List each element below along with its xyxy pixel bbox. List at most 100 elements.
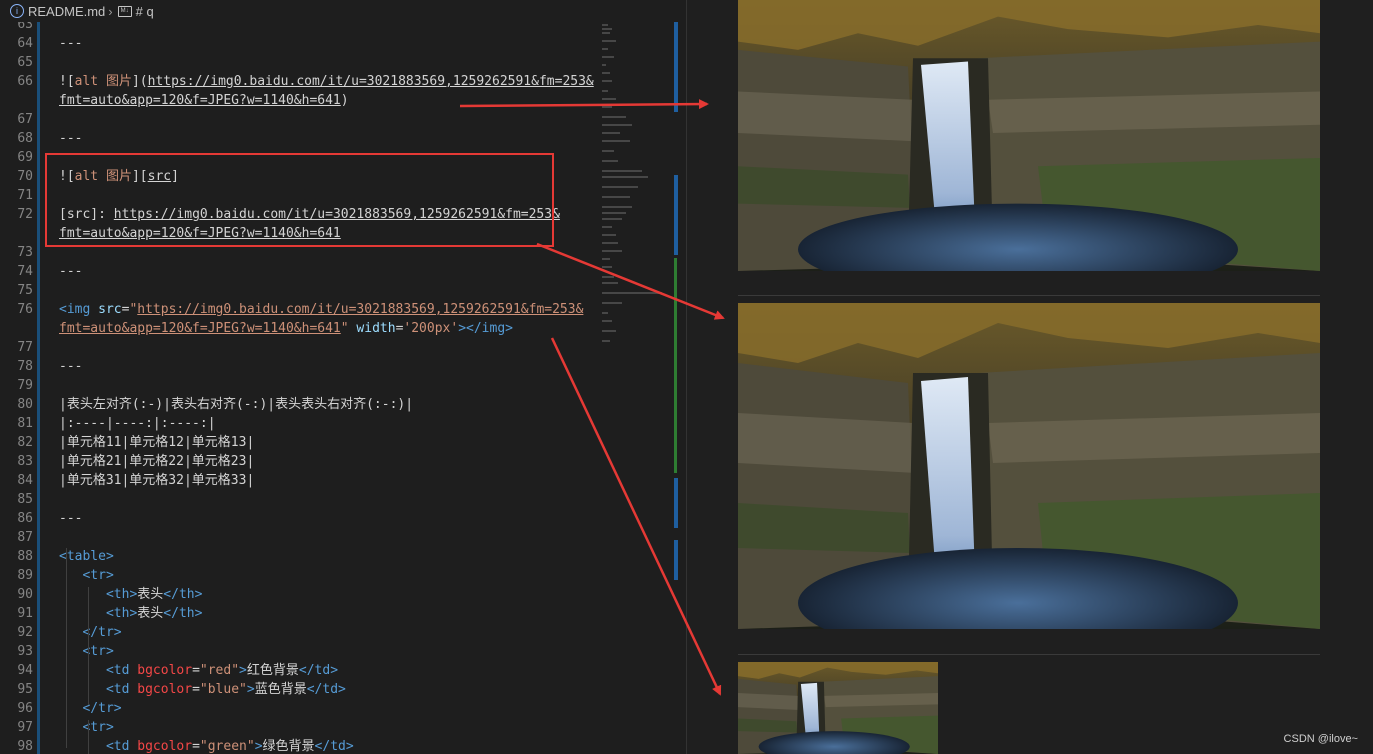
minimap-line xyxy=(602,276,614,278)
line-number: 95 xyxy=(17,682,33,697)
line-number: 87 xyxy=(17,530,33,545)
annotation-highlight-box xyxy=(45,153,554,247)
scrollbar-marker xyxy=(674,175,678,255)
line-number: 85 xyxy=(17,492,33,507)
code-token: = xyxy=(192,739,200,754)
code-line[interactable]: ![alt 图片](https://img0.baidu.com/it/u=30… xyxy=(59,72,594,91)
line-number: 89 xyxy=(17,568,33,583)
markdown-preview-pane[interactable]: CSDN @ilove~ xyxy=(687,0,1373,754)
line-number: 75 xyxy=(17,283,33,298)
line-number: 76 xyxy=(17,302,33,317)
minimap-line xyxy=(602,56,614,58)
code-area[interactable]: 63 64 --- 65 66 ![alt 图片](https://img0.baidu.… xyxy=(0,0,600,754)
code-line[interactable]: <td bgcolor="green">绿色背景</td> xyxy=(59,737,354,754)
code-editor-pane[interactable]: 63 64 --- 65 66 ![alt 图片](https://img0.baidu.… xyxy=(0,0,687,754)
code-token: '200px' xyxy=(403,321,459,336)
line-number: 67 xyxy=(17,112,33,127)
code-token: <td xyxy=(105,739,130,754)
code-line[interactable]: </tr> xyxy=(59,699,121,718)
code-token: ![ xyxy=(59,74,75,89)
line-number: 69 xyxy=(17,150,33,165)
horizontal-rule xyxy=(738,295,1320,296)
line-number: 64 xyxy=(17,36,33,51)
minimap[interactable] xyxy=(596,20,674,480)
code-line[interactable]: <img src="https://img0.baidu.com/it/u=30… xyxy=(59,300,583,319)
line-number: 68 xyxy=(17,131,33,146)
code-token: </td> xyxy=(306,682,346,697)
waterfall-photo xyxy=(738,303,1320,629)
code-line[interactable]: <td bgcolor="blue">蓝色背景</td> xyxy=(59,680,346,699)
code-token: --- xyxy=(59,264,83,279)
minimap-line xyxy=(602,64,606,66)
code-line[interactable]: --- xyxy=(59,509,82,528)
code-line[interactable]: |表头左对齐(:-)|表头右对齐(-:)|表头表头右对齐(:-:)| xyxy=(59,395,413,414)
code-token: |表头左对齐(:-)|表头右对齐(-:)|表头表头右对齐(:-:)| xyxy=(59,397,414,412)
minimap-line xyxy=(602,40,616,42)
code-token: <td xyxy=(105,682,130,697)
minimap-line xyxy=(602,140,630,142)
code-token: |单元格31|单元格32|单元格33| xyxy=(59,473,255,488)
breadcrumb-file[interactable]: README.md xyxy=(28,4,105,19)
preview-image-3 xyxy=(738,662,938,754)
code-line[interactable]: </tr> xyxy=(59,623,121,642)
code-line[interactable]: |单元格31|单元格32|单元格33| xyxy=(59,471,254,490)
code-line[interactable]: |:----|----:|:----:| xyxy=(59,414,216,433)
minimap-line xyxy=(602,258,610,260)
code-token: <th> xyxy=(105,587,138,602)
minimap-line xyxy=(602,116,626,118)
code-line[interactable]: fmt=auto&app=120&f=JPEG?w=1140&h=641) xyxy=(59,91,349,110)
code-token: > xyxy=(246,682,255,697)
line-number: 86 xyxy=(17,511,33,526)
code-token: </th> xyxy=(163,606,203,621)
breadcrumb: i README.md › M↓ # q xyxy=(0,0,687,22)
code-token: "blue" xyxy=(199,682,247,697)
minimap-line xyxy=(602,186,638,188)
code-line[interactable]: <tr> xyxy=(59,718,113,737)
code-line[interactable]: <th>表头</th> xyxy=(59,585,202,604)
minimap-line xyxy=(602,330,616,332)
code-line[interactable]: <td bgcolor="red">红色背景</td> xyxy=(59,661,338,680)
line-number: 83 xyxy=(17,454,33,469)
code-token: > xyxy=(239,663,247,678)
code-token: ]( xyxy=(131,74,148,89)
info-icon: i xyxy=(10,4,24,18)
breadcrumb-symbol[interactable]: # q xyxy=(136,4,154,19)
code-token: --- xyxy=(59,359,83,374)
line-number: 71 xyxy=(17,188,33,203)
code-line[interactable]: --- xyxy=(59,262,82,281)
code-line[interactable]: --- xyxy=(59,129,82,148)
code-token: alt 图片 xyxy=(74,74,132,89)
code-line[interactable]: |单元格21|单元格22|单元格23| xyxy=(59,452,254,471)
code-token: = xyxy=(192,682,200,697)
code-token: |单元格21|单元格22|单元格23| xyxy=(59,454,255,469)
code-line[interactable]: <tr> xyxy=(59,642,113,661)
minimap-line xyxy=(602,312,608,314)
line-number: 78 xyxy=(17,359,33,374)
code-token: <td xyxy=(105,663,130,678)
code-line[interactable]: --- xyxy=(59,34,82,53)
code-token: " xyxy=(340,321,349,336)
code-token: </td> xyxy=(314,739,354,754)
minimap-line xyxy=(602,72,610,74)
code-line[interactable]: <th>表头</th> xyxy=(59,604,202,623)
minimap-line xyxy=(602,176,648,178)
horizontal-rule xyxy=(738,654,1320,655)
markdown-icon: M↓ xyxy=(117,5,132,17)
minimap-line xyxy=(602,160,618,162)
code-token: <tr> xyxy=(82,568,114,583)
minimap-line xyxy=(602,292,662,294)
code-line[interactable]: --- xyxy=(59,357,82,376)
code-token: bgcolor xyxy=(137,739,193,754)
code-line[interactable]: fmt=auto&app=120&f=JPEG?w=1140&h=641" wi… xyxy=(59,319,513,338)
code-line[interactable]: |单元格11|单元格12|单元格13| xyxy=(59,433,254,452)
line-number: 84 xyxy=(17,473,33,488)
code-token: |:----|----:|:----:| xyxy=(59,416,216,431)
code-line[interactable]: <tr> xyxy=(59,566,114,585)
line-number: 74 xyxy=(17,264,33,279)
line-number: 81 xyxy=(17,416,33,431)
code-line[interactable]: <table> xyxy=(59,547,114,566)
